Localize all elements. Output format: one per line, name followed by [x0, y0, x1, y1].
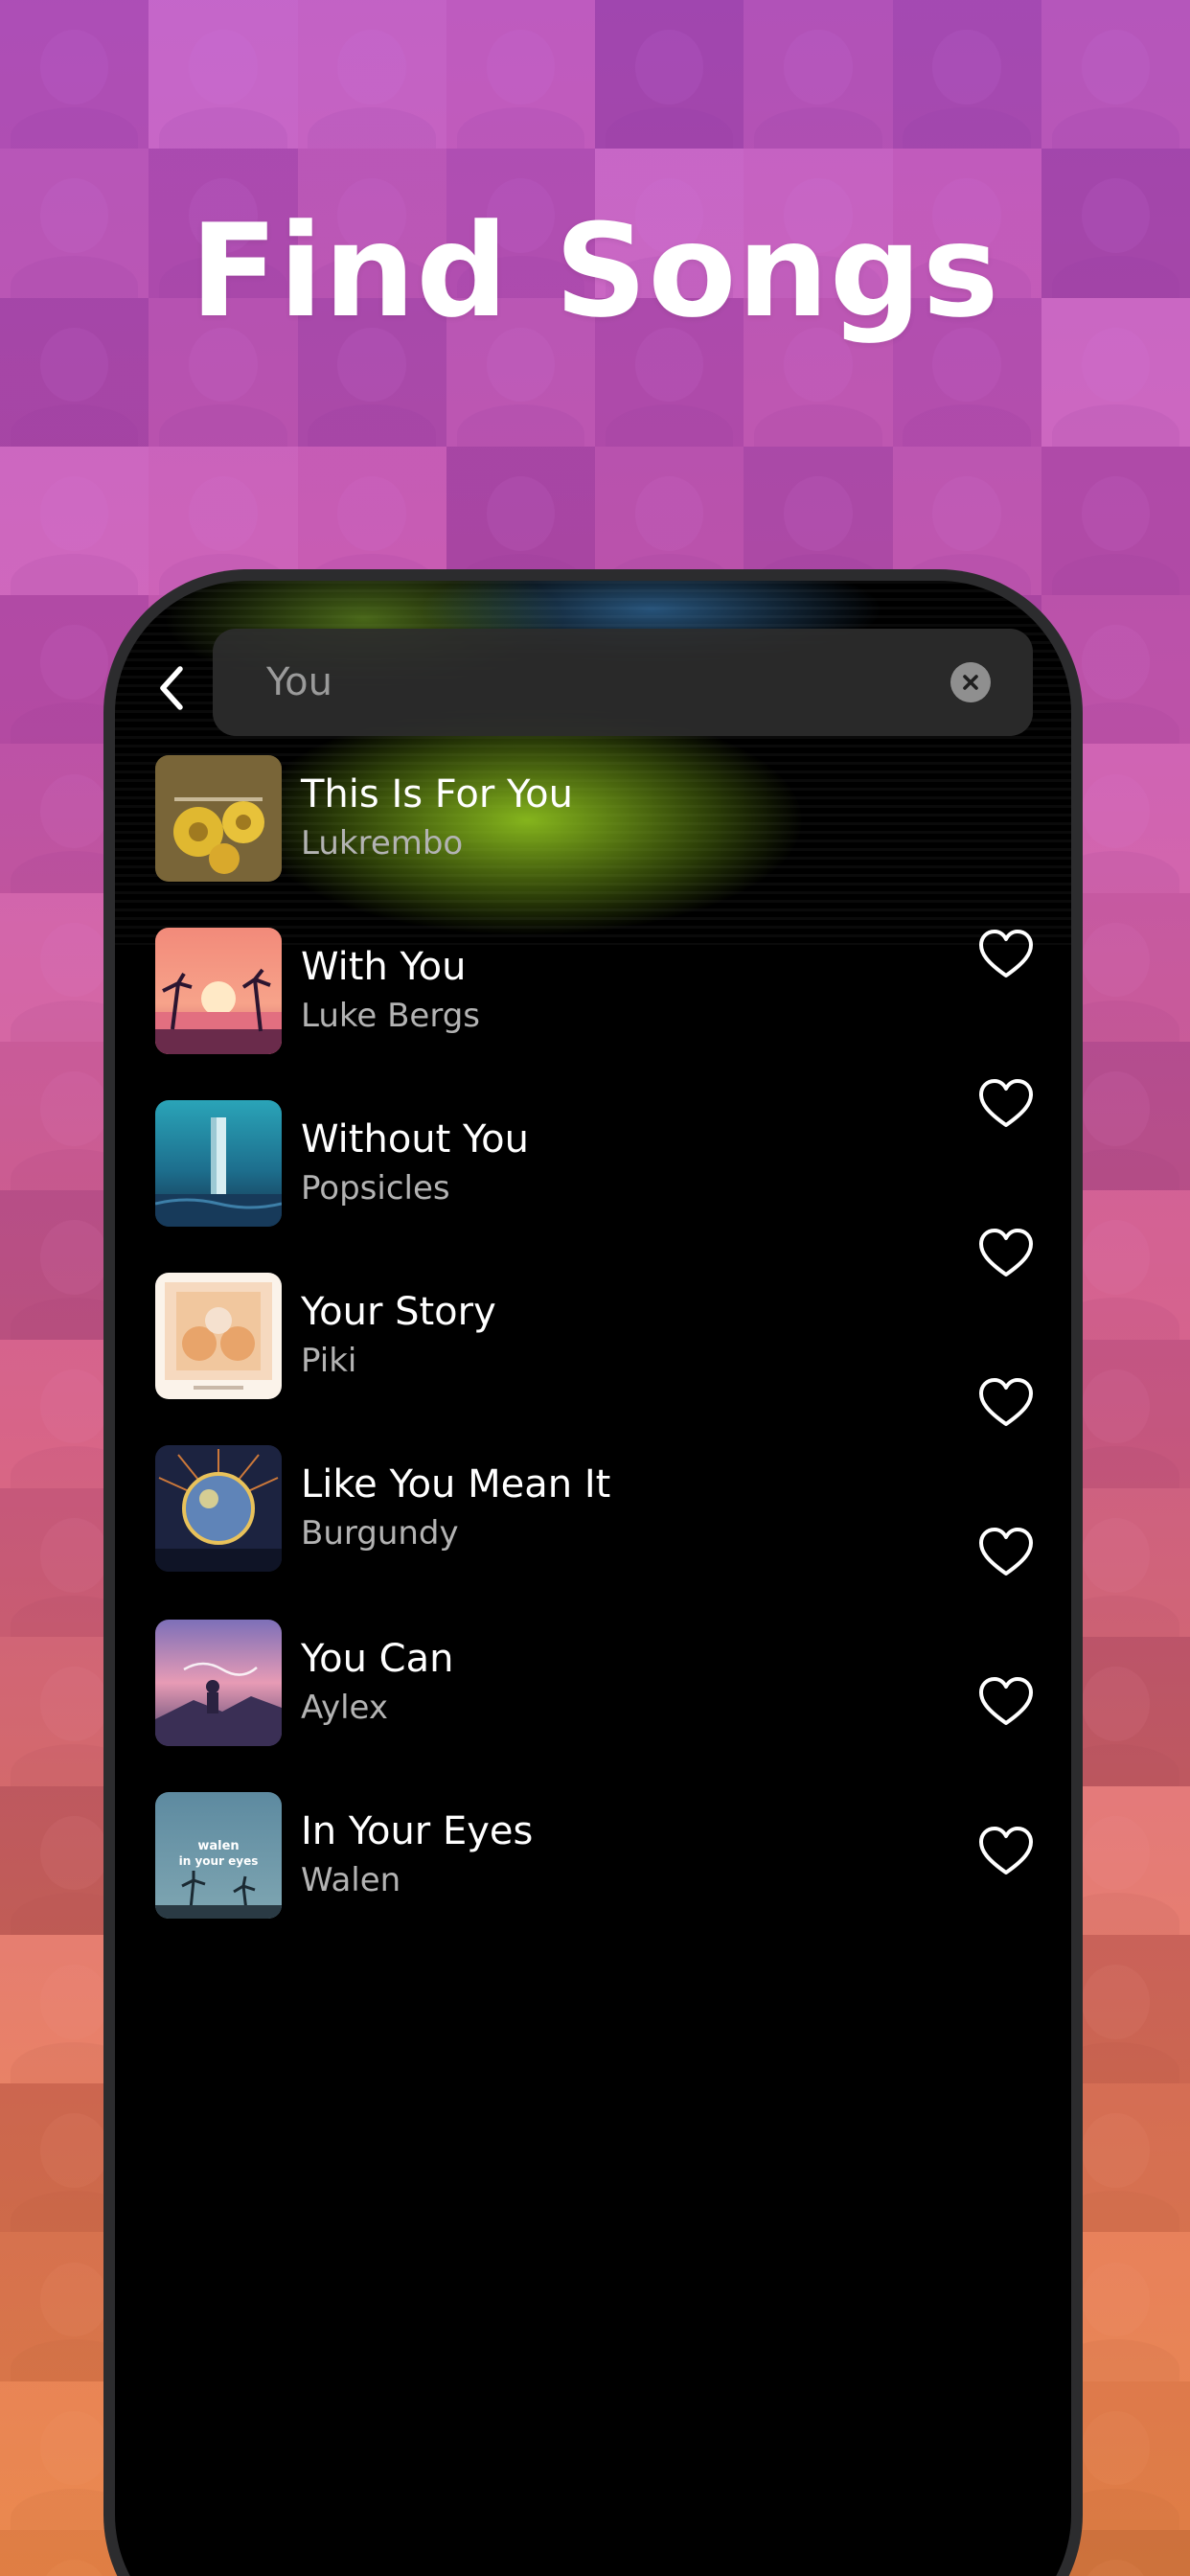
cover-artist-text: walen — [197, 1839, 239, 1853]
phone-screen: This Is For You Lukrembo With You Luke — [115, 581, 1071, 2576]
heart-outline-icon — [979, 1079, 1033, 1127]
song-artist: Burgundy — [301, 1514, 459, 1552]
song-artist: Aylex — [301, 1689, 388, 1727]
clear-circle-icon — [963, 675, 978, 690]
favorite-button[interactable] — [977, 1376, 1039, 1434]
album-cover — [155, 1273, 282, 1399]
favorite-button[interactable] — [977, 1675, 1039, 1733]
song-title: This Is For You — [301, 772, 573, 816]
page-headline: Find Songs — [190, 196, 1000, 346]
song-title: Like You Mean It — [301, 1462, 611, 1506]
song-title: With You — [301, 945, 467, 989]
song-title: Your Story — [301, 1290, 496, 1334]
song-title: In Your Eyes — [301, 1809, 534, 1853]
cover-title-text: in your eyes — [179, 1854, 259, 1868]
favorite-button[interactable] — [977, 1825, 1039, 1882]
clear-search-button[interactable] — [950, 662, 991, 702]
song-artist: Lukrembo — [301, 824, 464, 862]
song-row[interactable]: This Is For You Lukrembo — [155, 755, 1037, 882]
album-cover — [155, 1100, 282, 1227]
heart-outline-icon — [979, 930, 1033, 978]
favorite-button[interactable] — [977, 928, 1039, 985]
heart-outline-icon — [979, 1229, 1033, 1276]
song-artist: Popsicles — [301, 1169, 450, 1208]
song-row[interactable]: Like You Mean It Burgundy — [155, 1445, 1037, 1572]
song-row[interactable]: You Can Aylex — [155, 1620, 1037, 1746]
back-button[interactable] — [142, 657, 203, 719]
album-cover — [155, 1445, 282, 1572]
album-cover — [155, 755, 282, 882]
favorite-button[interactable] — [977, 1077, 1039, 1135]
song-artist: Luke Bergs — [301, 997, 481, 1035]
favorite-button[interactable] — [977, 1227, 1039, 1284]
song-row[interactable]: Without You Popsicles — [155, 1100, 1037, 1227]
heart-outline-icon — [979, 1528, 1033, 1576]
phone-frame: This Is For You Lukrembo With You Luke — [103, 569, 1083, 2576]
heart-outline-icon — [979, 1827, 1033, 1874]
song-row[interactable]: walen in your eyes In Your Eyes Walen — [155, 1792, 1037, 1919]
song-row[interactable]: With You Luke Bergs — [155, 928, 1037, 1054]
heart-outline-icon — [979, 1677, 1033, 1725]
album-cover — [155, 928, 282, 1054]
album-cover — [155, 1620, 282, 1746]
search-bar — [213, 629, 1033, 736]
song-row[interactable]: Your Story Piki — [155, 1273, 1037, 1399]
chevron-left-icon — [160, 666, 183, 710]
song-artist: Walen — [301, 1861, 401, 1899]
favorite-button[interactable] — [977, 1526, 1039, 1583]
search-input[interactable] — [266, 629, 927, 736]
album-cover: walen in your eyes — [155, 1792, 282, 1919]
song-title: You Can — [301, 1637, 454, 1681]
song-title: Without You — [301, 1117, 529, 1162]
song-artist: Piki — [301, 1342, 357, 1380]
heart-outline-icon — [979, 1378, 1033, 1426]
